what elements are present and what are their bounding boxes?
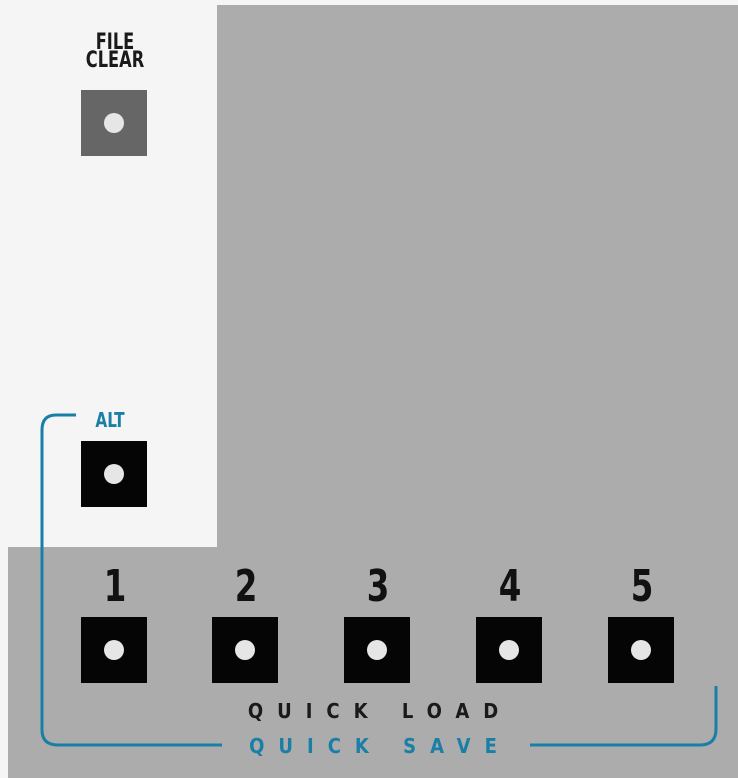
slot-4-button[interactable]: [476, 617, 542, 683]
slot-2-button[interactable]: [212, 617, 278, 683]
slot-5-label: 5: [630, 561, 654, 612]
quick-load-label: QUICK LOAD: [247, 699, 513, 723]
alt-button[interactable]: [81, 441, 147, 507]
led-indicator: [499, 640, 519, 660]
led-indicator: [631, 640, 651, 660]
alt-label: ALT: [95, 408, 125, 432]
led-indicator: [235, 640, 255, 660]
slot-1-label: 1: [103, 561, 127, 612]
slot-3-button[interactable]: [344, 617, 410, 683]
slot-3-label: 3: [366, 561, 390, 612]
quick-save-label: QUICK SAVE: [249, 734, 511, 758]
led-indicator: [367, 640, 387, 660]
slot-2-label: 2: [234, 561, 258, 612]
led-indicator: [104, 464, 124, 484]
slot-4-label: 4: [498, 561, 522, 612]
slot-1-button[interactable]: [81, 617, 147, 683]
slot-5-button[interactable]: [608, 617, 674, 683]
led-indicator: [104, 640, 124, 660]
